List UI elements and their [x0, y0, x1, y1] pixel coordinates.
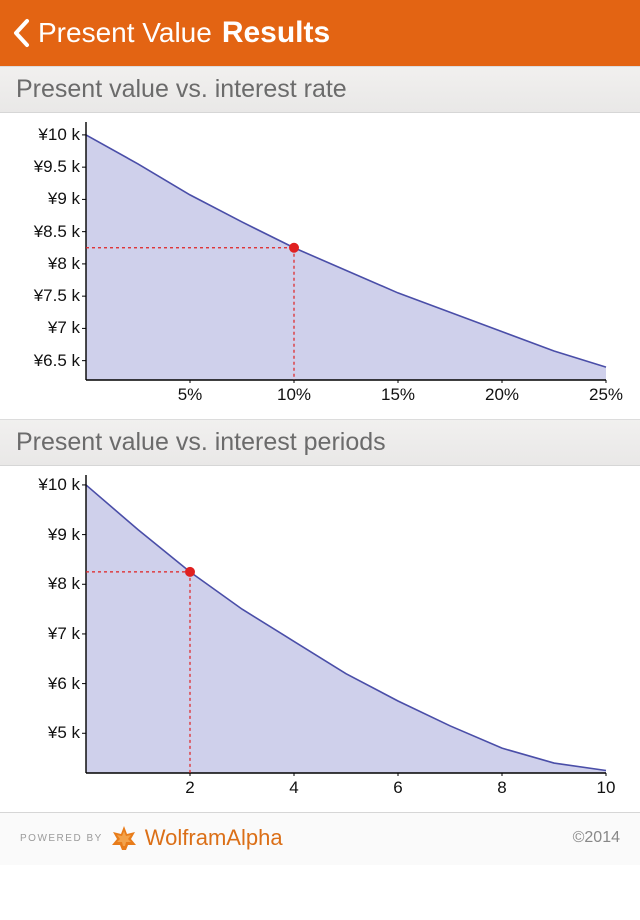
y-tick-label: ¥8 k — [48, 254, 80, 274]
x-tick-label: 10 — [597, 778, 616, 798]
y-tick-label: ¥10 k — [38, 125, 80, 145]
y-tick-label: ¥5 k — [48, 723, 80, 743]
x-tick-label: 6 — [393, 778, 402, 798]
x-tick-label: 20% — [485, 385, 519, 405]
y-tick-label: ¥7.5 k — [34, 286, 80, 306]
x-tick-label: 10% — [277, 385, 311, 405]
y-tick-label: ¥7 k — [48, 624, 80, 644]
chevron-left-icon — [12, 18, 30, 48]
powered-by-label: POWERED BY — [20, 833, 103, 844]
x-tick-label: 25% — [589, 385, 623, 405]
chart-rate: ¥6.5 k ¥7 k ¥7.5 k ¥8 k ¥8.5 k ¥9 k ¥9.5 k ¥10 … — [8, 119, 620, 409]
section-header-rate: Present value vs. interest rate — [0, 66, 640, 113]
y-tick-label: ¥9.5 k — [34, 157, 80, 177]
x-tick-label: 2 — [185, 778, 194, 798]
brand-name: WolframAlpha — [145, 825, 283, 851]
powered-by-wolfram[interactable]: POWERED BY WolframAlpha — [20, 825, 283, 851]
x-tick-label: 15% — [381, 385, 415, 405]
x-tick-label: 4 — [289, 778, 298, 798]
page-title: Results — [222, 16, 330, 50]
wolfram-icon — [111, 825, 137, 851]
x-tick-label: 5% — [178, 385, 203, 405]
y-tick-label: ¥10 k — [38, 475, 80, 495]
copyright: ©2014 — [573, 829, 620, 847]
section-header-periods: Present value vs. interest periods — [0, 419, 640, 466]
x-tick-label: 8 — [497, 778, 506, 798]
chart-periods-wrap: ¥5 k ¥6 k ¥7 k ¥8 k ¥9 k ¥10 k 2 4 6 8 10 — [0, 466, 640, 812]
y-tick-label: ¥6 k — [48, 674, 80, 694]
navbar: Present Value Results — [0, 0, 640, 66]
y-tick-label: ¥8.5 k — [34, 222, 80, 242]
y-tick-label: ¥9 k — [48, 525, 80, 545]
chart-rate-wrap: ¥6.5 k ¥7 k ¥7.5 k ¥8 k ¥8.5 k ¥9 k ¥9.5 k ¥10 … — [0, 113, 640, 419]
y-tick-label: ¥7 k — [48, 318, 80, 338]
back-button[interactable] — [6, 13, 36, 53]
y-tick-label: ¥9 k — [48, 189, 80, 209]
y-tick-label: ¥8 k — [48, 574, 80, 594]
footer: POWERED BY WolframAlpha ©2014 — [0, 812, 640, 865]
y-tick-label: ¥6.5 k — [34, 351, 80, 371]
back-label[interactable]: Present Value — [38, 17, 212, 49]
chart-periods: ¥5 k ¥6 k ¥7 k ¥8 k ¥9 k ¥10 k 2 4 6 8 10 — [8, 472, 620, 802]
